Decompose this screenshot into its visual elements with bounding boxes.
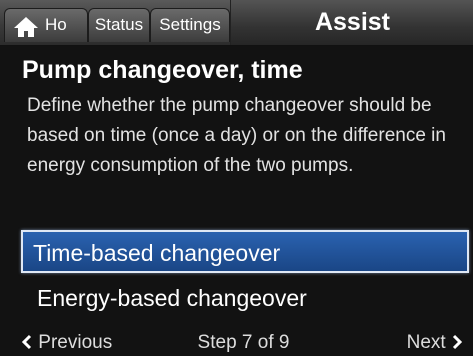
- step-indicator: Step 7 of 9: [197, 332, 290, 353]
- tab-status-label: Status: [94, 15, 144, 34]
- tab-settings-label: Settings: [159, 15, 221, 34]
- tab-status[interactable]: Status: [88, 8, 150, 42]
- tab-assist[interactable]: Assist: [230, 0, 473, 45]
- option-time-based[interactable]: Time-based changeover: [21, 230, 469, 273]
- page-description: Define whether the pump changeover shoul…: [27, 95, 446, 176]
- option-time-based-label: Time-based changeover: [33, 240, 281, 266]
- tab-bar: Ho Status Settings Assist: [0, 0, 473, 46]
- tab-home[interactable]: Ho: [4, 8, 88, 42]
- option-energy-based-label: Energy-based changeover: [37, 285, 307, 311]
- tab-home-label: Ho: [45, 15, 67, 34]
- chevron-right-icon: [452, 334, 463, 350]
- tab-settings[interactable]: Settings: [150, 8, 230, 42]
- next-label: Next: [406, 332, 446, 353]
- home-icon: [14, 17, 38, 37]
- tab-assist-label: Assist: [314, 8, 391, 36]
- changeover-options: Time-based changeover Energy-based chang…: [21, 230, 469, 320]
- option-energy-based[interactable]: Energy-based changeover: [21, 277, 469, 320]
- page-title: Pump changeover, time: [22, 56, 303, 84]
- assist-screen: Ho Status Settings Assist Pump changeove…: [0, 0, 473, 356]
- bottom-navigation: Previous Step 7 of 9 Next: [0, 330, 473, 356]
- next-button[interactable]: Next: [407, 330, 463, 356]
